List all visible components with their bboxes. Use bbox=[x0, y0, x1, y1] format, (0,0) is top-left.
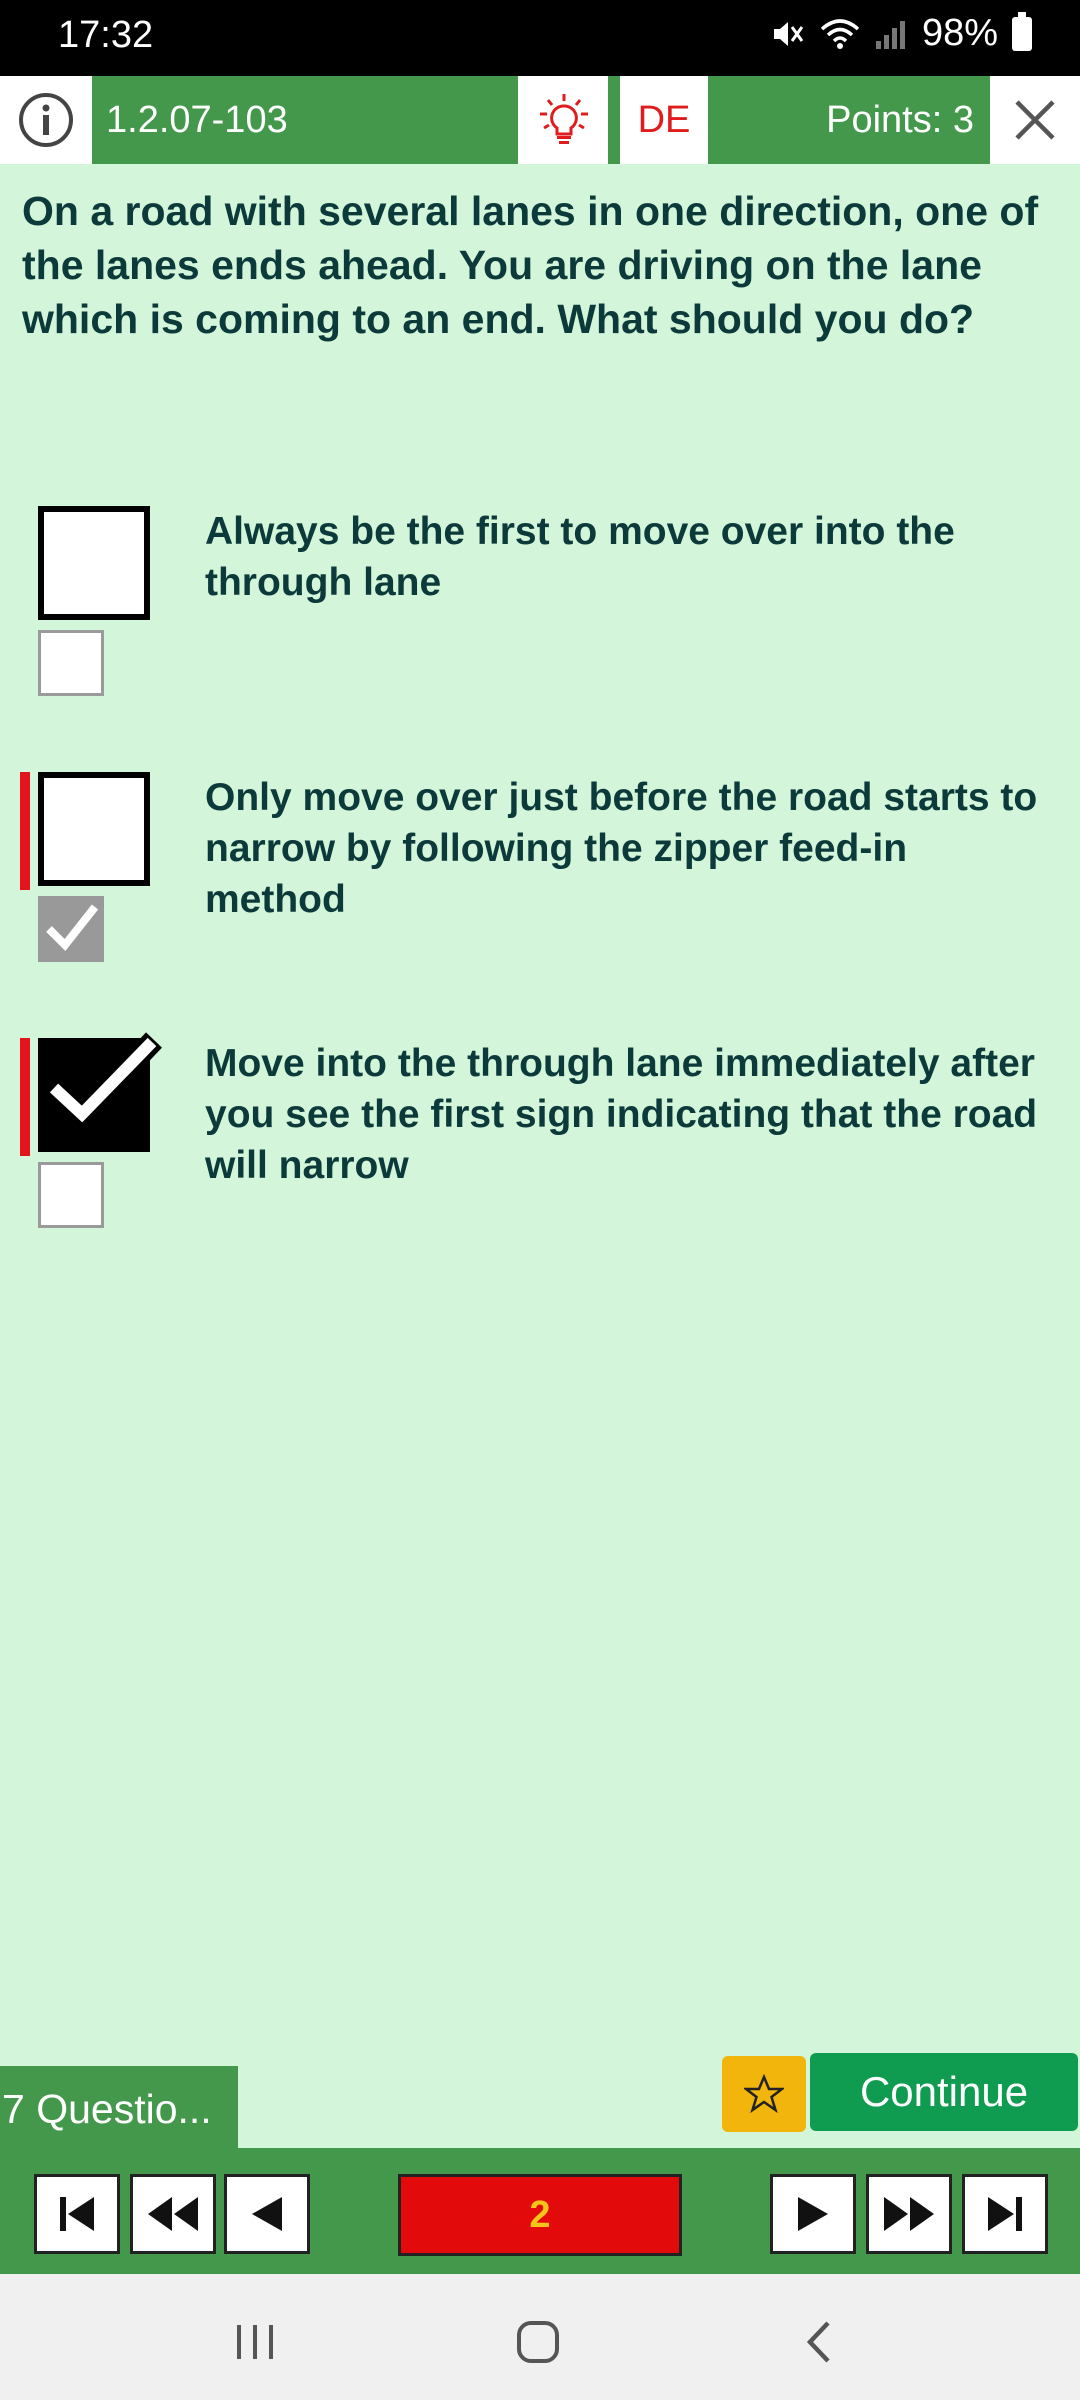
back-button[interactable] bbox=[790, 2312, 850, 2372]
back-icon bbox=[252, 2197, 282, 2231]
first-icon bbox=[60, 2197, 94, 2231]
solution-checkbox bbox=[38, 1162, 104, 1228]
battery-icon bbox=[1012, 11, 1032, 51]
fast-back-icon bbox=[148, 2197, 198, 2231]
language-button[interactable]: DE bbox=[620, 76, 708, 164]
close-button[interactable] bbox=[990, 76, 1080, 164]
star-icon bbox=[744, 2074, 784, 2114]
lightbulb-icon bbox=[540, 94, 588, 144]
battery-percent: 98% bbox=[921, 12, 998, 54]
questions-counter-tab[interactable]: 7 Questio... bbox=[0, 2066, 238, 2152]
info-button[interactable] bbox=[0, 76, 92, 164]
wifi-icon bbox=[820, 18, 860, 49]
answer-option: Only move over just before the road star… bbox=[0, 772, 1080, 972]
question-header: 1.2.07-103 DE Points: 3 bbox=[0, 76, 1080, 164]
first-question-button[interactable] bbox=[34, 2174, 120, 2254]
continue-button[interactable]: Continue bbox=[810, 2053, 1078, 2131]
checkmark-icon bbox=[46, 904, 99, 952]
hint-button[interactable] bbox=[520, 76, 608, 164]
answer-text[interactable]: Only move over just before the road star… bbox=[205, 772, 1055, 925]
answer-checkbox[interactable] bbox=[38, 506, 150, 620]
answer-text[interactable]: Move into the through lane immediately a… bbox=[205, 1038, 1055, 1191]
wrong-answer-marker bbox=[20, 1038, 30, 1156]
answer-text[interactable]: Always be the first to move over into th… bbox=[205, 506, 1055, 608]
forward-icon bbox=[798, 2197, 828, 2231]
previous-question-button[interactable] bbox=[224, 2174, 310, 2254]
solution-checkbox bbox=[38, 630, 104, 696]
signal-icon bbox=[875, 20, 905, 49]
info-icon bbox=[19, 93, 73, 147]
fast-forward-button[interactable] bbox=[866, 2174, 952, 2254]
back-arrow-icon bbox=[806, 2321, 830, 2363]
home-button[interactable] bbox=[508, 2312, 568, 2372]
clock: 17:32 bbox=[58, 14, 154, 56]
points-label: Points: 3 bbox=[708, 76, 990, 164]
recent-apps-button[interactable] bbox=[226, 2312, 286, 2372]
status-icons: 98% bbox=[770, 11, 1032, 55]
answer-option: Move into the through lane immediately a… bbox=[0, 1032, 1080, 1238]
answer-checkbox[interactable] bbox=[38, 1032, 162, 1152]
favorite-button[interactable] bbox=[722, 2056, 806, 2132]
mute-icon bbox=[773, 21, 804, 46]
question-navigation: 2 bbox=[0, 2152, 1080, 2274]
last-icon bbox=[988, 2197, 1022, 2231]
recent-apps-icon bbox=[237, 2325, 273, 2359]
question-text: On a road with several lanes in one dire… bbox=[22, 188, 1039, 342]
answer-checkbox[interactable] bbox=[38, 772, 150, 886]
system-navigation-bar bbox=[0, 2274, 1080, 2400]
current-page-indicator[interactable]: 2 bbox=[398, 2174, 682, 2256]
wrong-answer-marker bbox=[20, 772, 30, 890]
home-icon bbox=[517, 2321, 559, 2363]
fast-forward-icon bbox=[884, 2197, 934, 2231]
next-question-button[interactable] bbox=[770, 2174, 856, 2254]
fast-back-button[interactable] bbox=[130, 2174, 216, 2254]
solution-checkbox bbox=[38, 896, 104, 962]
close-icon bbox=[1015, 100, 1055, 140]
status-bar: 17:32 98% bbox=[0, 0, 1080, 76]
checkmark-icon bbox=[44, 1032, 162, 1132]
answer-option: Always be the first to move over into th… bbox=[0, 506, 1080, 706]
question-code: 1.2.07-103 bbox=[92, 76, 518, 164]
header-separator bbox=[608, 76, 620, 164]
last-question-button[interactable] bbox=[962, 2174, 1048, 2254]
